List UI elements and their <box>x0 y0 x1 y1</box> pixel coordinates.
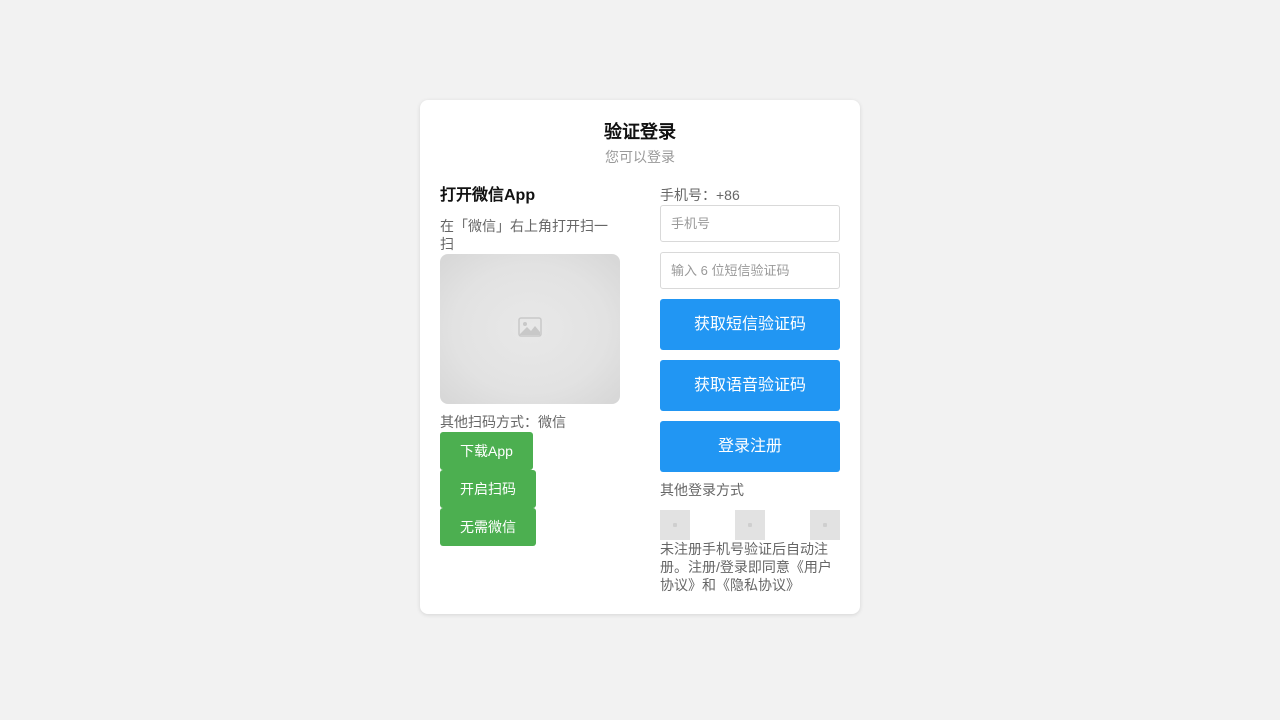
enable-scan-button[interactable]: 开启扫码 <box>440 470 536 508</box>
login-method-1-icon[interactable] <box>660 510 690 540</box>
login-card: 验证登录 您可以登录 打开微信App 在「微信」右上角打开扫一扫 其他扫码方式：… <box>420 100 860 614</box>
phone-label: 手机号：+86 <box>660 187 740 203</box>
other-scan-methods: 其他扫码方式：微信 <box>440 414 566 430</box>
page-subtitle: 您可以登录 <box>605 149 675 165</box>
page-title: 验证登录 <box>604 122 676 142</box>
login-register-button[interactable]: 登录注册 <box>660 421 840 472</box>
get-voice-code-button[interactable]: 获取语音验证码 <box>660 360 840 411</box>
no-wechat-button[interactable]: 无需微信 <box>440 508 536 546</box>
login-method-2-icon[interactable] <box>735 510 765 540</box>
qr-description: 在「微信」右上角打开扫一扫 <box>440 218 608 252</box>
image-placeholder-icon <box>518 316 542 342</box>
download-app-button[interactable]: 下载App <box>440 432 533 470</box>
phone-input[interactable]: 手机号 <box>660 205 840 242</box>
qr-code-image <box>440 254 620 404</box>
qr-heading: 打开微信App <box>440 187 536 204</box>
sms-code-input[interactable]: 输入 6 位短信验证码 <box>660 252 840 289</box>
login-method-3-icon[interactable] <box>810 510 840 540</box>
get-sms-code-button[interactable]: 获取短信验证码 <box>660 299 840 350</box>
terms-text: 未注册手机号验证后自动注册。注册/登录即同意《用户协议》和《隐私协议》 <box>660 541 832 593</box>
other-login-label: 其他登录方式 <box>660 482 744 498</box>
